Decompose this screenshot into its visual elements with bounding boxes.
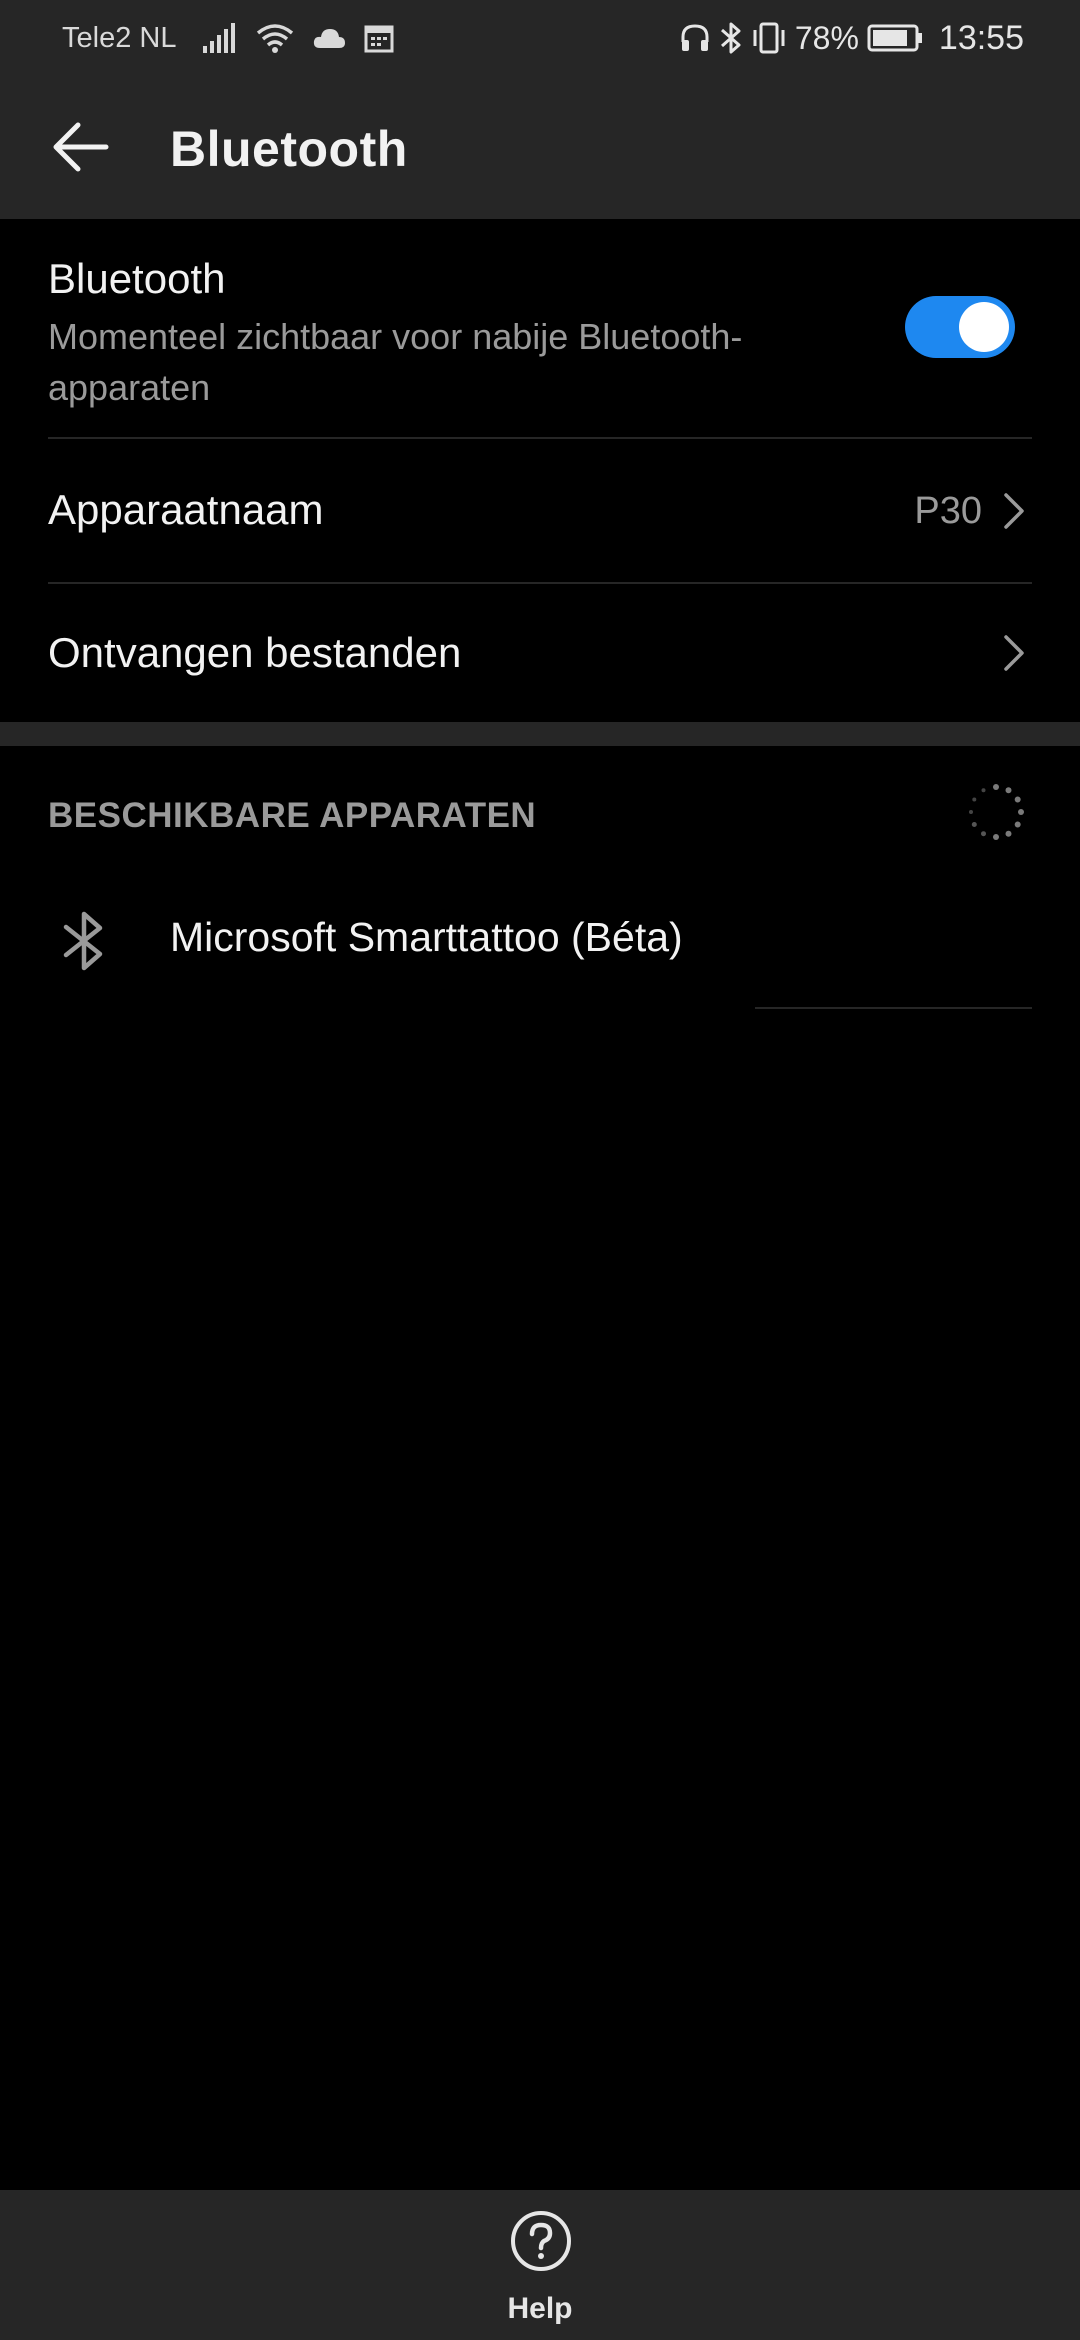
help-label: Help — [507, 2292, 573, 2325]
vibrate-icon — [751, 21, 787, 55]
loading-spinner-icon — [969, 784, 1024, 840]
back-button[interactable] — [40, 111, 120, 183]
bluetooth-status-icon — [719, 21, 743, 55]
help-circle-icon — [511, 2211, 571, 2271]
battery-percent: 78% — [794, 19, 859, 56]
chevron-right-icon — [1004, 635, 1024, 671]
section-separator — [0, 722, 1080, 746]
battery-icon — [867, 23, 925, 53]
clock: 13:55 — [938, 18, 1024, 57]
available-devices-header: BESCHIKBARE APPARATEN — [48, 796, 537, 835]
device-name-label: Apparaatnaam — [48, 486, 324, 533]
page-title: Bluetooth — [170, 121, 408, 177]
divider — [755, 1007, 1032, 1009]
carrier-name: Tele2 NL — [62, 21, 177, 54]
calendar-icon — [364, 23, 394, 53]
signal-icon — [202, 22, 238, 54]
device-name-value: P30 — [914, 490, 982, 532]
bluetooth-icon — [63, 911, 103, 971]
chevron-right-icon — [1004, 493, 1024, 529]
bluetooth-settings-screen: Tele2 NL 78% 13:55 Bluetooth Bluetooth M… — [0, 0, 1080, 2340]
wifi-icon — [256, 22, 294, 54]
help-button[interactable]: Help — [480, 2210, 600, 2330]
arrow-left-icon — [53, 122, 109, 172]
received-files-label: Ontvangen bestanden — [48, 629, 462, 676]
bluetooth-toggle-title: Bluetooth — [48, 255, 226, 302]
bottom-bar: Help — [0, 2190, 1080, 2340]
bluetooth-switch[interactable] — [905, 296, 1015, 358]
status-left: Tele2 NL — [62, 18, 394, 58]
device-name-row[interactable]: Apparaatnaam P30 — [0, 439, 1080, 582]
status-right: 78% 13:55 — [679, 16, 1024, 60]
switch-knob — [959, 302, 1009, 352]
headphones-icon — [679, 22, 711, 54]
list-item[interactable]: Microsoft Smarttattoo (Béta) — [0, 880, 1080, 1000]
cloud-icon — [312, 26, 346, 50]
device-list-name: Microsoft Smarttattoo (Béta) — [170, 914, 683, 960]
app-bar: Bluetooth — [0, 75, 1080, 219]
bluetooth-visibility-subtitle: Momenteel zichtbaar voor nabije Bluetoot… — [48, 316, 743, 408]
received-files-row[interactable]: Ontvangen bestanden — [0, 584, 1080, 722]
status-bar: Tele2 NL 78% 13:55 — [0, 0, 1080, 75]
